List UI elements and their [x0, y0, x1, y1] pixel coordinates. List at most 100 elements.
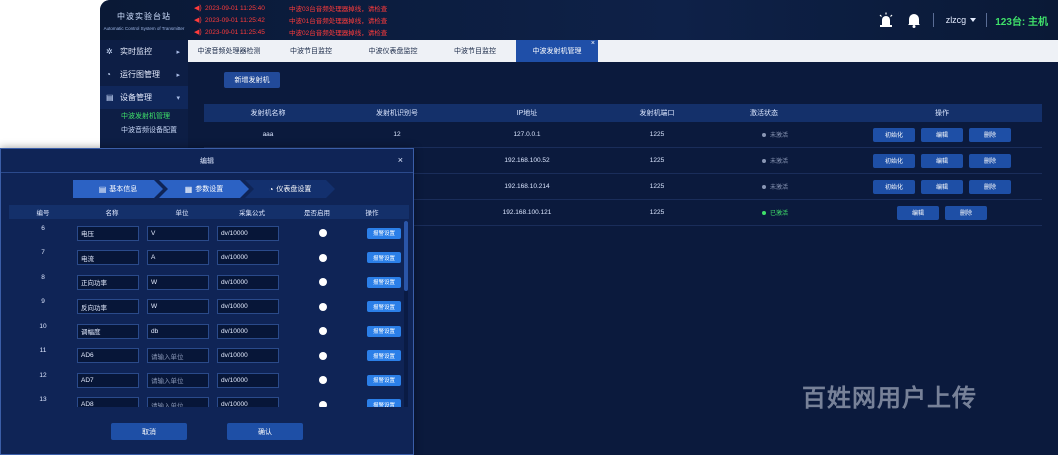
scrollbar[interactable]	[404, 221, 408, 407]
alarm-settings-button[interactable]: 报警设置	[367, 227, 401, 239]
sidebar-subitem-audio-config[interactable]: 中波音频设备配置	[100, 123, 188, 137]
enable-radio[interactable]	[319, 400, 327, 407]
enable-radio[interactable]	[319, 302, 327, 311]
cell-number: 13	[39, 396, 47, 404]
delete-button[interactable]: 删除	[969, 127, 1011, 142]
name-field[interactable]: AD8	[77, 397, 139, 407]
enable-radio[interactable]	[319, 229, 327, 238]
status-badge: 未激活	[762, 130, 788, 139]
formula-field[interactable]: dv/10000	[217, 348, 279, 364]
cell-number: 8	[41, 273, 45, 281]
unit-field[interactable]: V	[147, 225, 209, 241]
formula-field[interactable]: dv/10000	[217, 250, 279, 266]
unit-field[interactable]: W	[147, 274, 209, 290]
edit-button[interactable]: 编辑	[921, 153, 963, 168]
alarm-settings-button[interactable]: 报警设置	[367, 252, 401, 264]
name-field[interactable]: 正向功率	[77, 274, 139, 290]
sidebar-item-label: 设备管理	[120, 93, 152, 102]
step-parameter-settings[interactable]: ▦ 参数设置	[159, 180, 249, 198]
name-field[interactable]: AD6	[77, 348, 139, 364]
table-row: aaa 12 127.0.0.1 1225 未激活 初始化 编辑 删除	[204, 122, 1042, 148]
unit-field[interactable]: 请输入单位	[147, 372, 209, 388]
user-menu[interactable]: zlzcg	[946, 15, 977, 25]
alarm-settings-button[interactable]: 报警设置	[367, 374, 401, 386]
formula-field[interactable]: dv/10000	[217, 397, 279, 407]
cancel-button[interactable]: 取消	[111, 423, 187, 440]
tab-program-monitor[interactable]: 中波节目监控	[270, 40, 352, 62]
cell-number: 11	[39, 347, 47, 355]
alarm-settings-button[interactable]: 报警设置	[367, 301, 401, 313]
tab-program-monitor-2[interactable]: 中波节目监控	[434, 40, 516, 62]
enable-radio[interactable]	[319, 376, 327, 385]
alarm-message: 中波01台音频处理器掉线，请检查	[289, 18, 388, 25]
alarm-light-icon[interactable]	[877, 11, 895, 29]
alarm-item[interactable]: ◀) 2023-09-01 11:25:40 中波03台音频处理器掉线，请检查	[194, 2, 387, 14]
status-dot	[762, 184, 766, 189]
gauge-icon: ◔	[268, 184, 274, 194]
unit-field[interactable]: db	[147, 323, 209, 339]
close-icon[interactable]: ×	[398, 155, 403, 165]
cell-number: 10	[39, 322, 47, 330]
delete-button[interactable]: 删除	[945, 205, 987, 220]
alarm-item[interactable]: ◀) 2023-09-01 11:25:45 中波02台音频处理器掉线，请检查	[194, 26, 387, 38]
col-header: IP地址	[516, 110, 538, 117]
add-transmitter-button[interactable]: 新增发射机	[224, 72, 280, 88]
alarm-message: 中波03台音频处理器掉线，请检查	[289, 6, 388, 13]
divider	[932, 13, 934, 27]
tab-dashboard-monitor[interactable]: 中波仪表盘监控	[352, 40, 434, 62]
formula-field[interactable]: dv/10000	[217, 299, 279, 315]
alarm-settings-button[interactable]: 报警设置	[367, 325, 401, 337]
unit-field[interactable]: 请输入单位	[147, 348, 209, 364]
formula-field[interactable]: dv/10000	[217, 323, 279, 339]
unit-field[interactable]: 请输入单位	[147, 397, 209, 407]
unit-field[interactable]: A	[147, 250, 209, 266]
alarm-settings-button[interactable]: 报警设置	[367, 399, 401, 407]
alarm-settings-button[interactable]: 报警设置	[367, 276, 401, 288]
cell-ip: 192.168.10.214	[504, 183, 550, 190]
delete-button[interactable]: 删除	[969, 179, 1011, 194]
col-header: 发射机名称	[250, 110, 286, 117]
dialog-title: 编辑	[200, 157, 214, 165]
enable-radio[interactable]	[319, 351, 327, 360]
enable-radio[interactable]	[319, 278, 327, 287]
sidebar-subitem-transmitter[interactable]: 中波发射机管理	[100, 109, 188, 123]
init-button[interactable]: 初始化	[873, 153, 915, 168]
confirm-button[interactable]: 确认	[227, 423, 303, 440]
init-button[interactable]: 初始化	[873, 179, 915, 194]
edit-button[interactable]: 编辑	[921, 179, 963, 194]
step-dashboard-settings[interactable]: ◔ 仪表盘设置	[245, 180, 335, 198]
edit-button[interactable]: 编辑	[897, 205, 939, 220]
sidebar-item-label: 运行图管理	[120, 70, 160, 79]
sidebar-item-realtime-monitor[interactable]: ✲ 实时监控 ▸	[100, 40, 188, 63]
cell-id: 12	[393, 131, 401, 138]
bell-icon[interactable]	[905, 11, 923, 29]
tab-transmitter-management[interactable]: 中波发射机管理 ×	[516, 40, 598, 62]
name-field[interactable]: 电压	[77, 225, 139, 241]
name-field[interactable]: 调幅度	[77, 323, 139, 339]
formula-field[interactable]: dv/10000	[217, 372, 279, 388]
delete-button[interactable]: 删除	[969, 153, 1011, 168]
sidebar-item-schedule[interactable]: ◔ 运行图管理 ▸	[100, 63, 188, 86]
name-field[interactable]: 反向功率	[77, 299, 139, 315]
tab-audio-processor[interactable]: 中波音频处理器检测	[188, 40, 270, 62]
enable-radio[interactable]	[319, 253, 327, 262]
status-text: 未激活	[770, 185, 789, 191]
init-button[interactable]: 初始化	[873, 127, 915, 142]
edit-button[interactable]: 编辑	[921, 127, 963, 142]
dialog-header: 编辑 ×	[1, 149, 413, 173]
close-icon[interactable]: ×	[591, 40, 595, 47]
alarm-settings-button[interactable]: 报警设置	[367, 350, 401, 362]
alarm-message: 中波02台音频处理器掉线，请检查	[289, 30, 388, 37]
monitor-icon: ✲	[106, 47, 113, 56]
param-table-header: 编号 名称 单位 采集公式 是否启用 操作	[9, 205, 409, 219]
step-basic-info[interactable]: ▤ 基本信息	[73, 180, 163, 198]
name-field[interactable]: AD7	[77, 372, 139, 388]
scrollbar-thumb[interactable]	[404, 221, 408, 291]
alarm-item[interactable]: ◀) 2023-09-01 11:25:42 中波01台音频处理器掉线，请检查	[194, 14, 387, 26]
name-field[interactable]: 电流	[77, 250, 139, 266]
formula-field[interactable]: dv/10000	[217, 274, 279, 290]
formula-field[interactable]: dv/10000	[217, 225, 279, 241]
enable-radio[interactable]	[319, 327, 327, 336]
sidebar-item-device-management[interactable]: ▤ 设备管理 ▾	[100, 86, 188, 109]
unit-field[interactable]: W	[147, 299, 209, 315]
